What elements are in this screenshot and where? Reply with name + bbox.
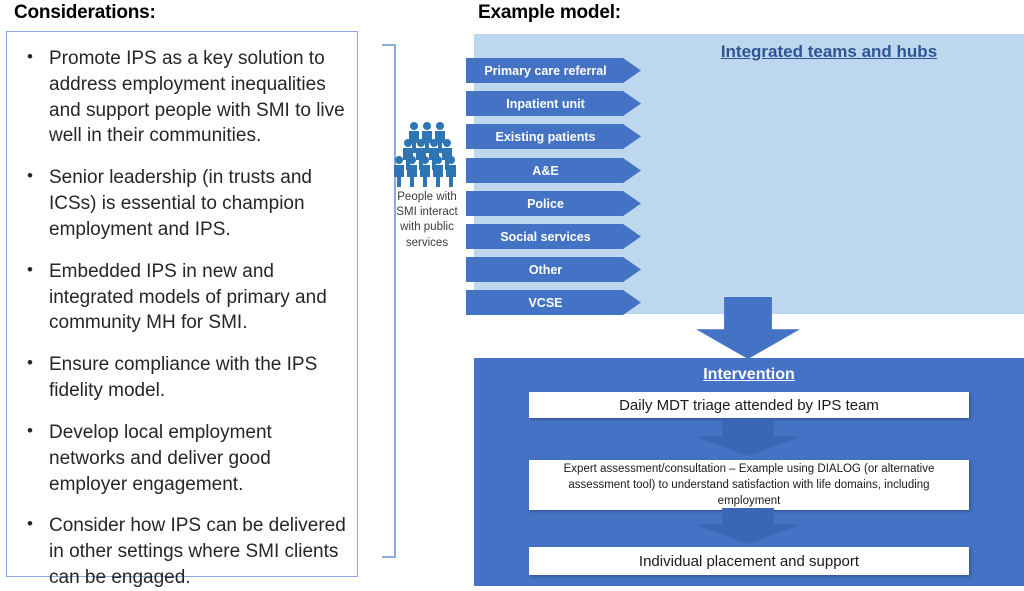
people-group-icon — [394, 122, 456, 187]
example-model-heading: Example model: — [478, 2, 621, 23]
list-item: Consider how IPS can be delivered in oth… — [19, 512, 347, 590]
intervention-panel: Intervention Daily MDT triage attended b… — [474, 358, 1024, 586]
people-caption: People with SMI interact with public ser… — [396, 191, 458, 249]
referral-chevron-existing-patients[interactable]: Existing patients — [466, 124, 641, 149]
intervention-title: Intervention — [703, 366, 795, 383]
referral-chevron-police[interactable]: Police — [466, 191, 641, 216]
considerations-heading: Considerations: — [14, 2, 156, 23]
intervention-down-arrow-1-icon — [694, 420, 802, 456]
referral-chevron-primary-care[interactable]: Primary care referral — [466, 58, 641, 83]
list-item: Embedded IPS in new and integrated model… — [19, 258, 347, 336]
considerations-list: Promote IPS as a key solution to address… — [7, 32, 357, 591]
intervention-step-3: Individual placement and support — [529, 547, 969, 575]
people-group: People with SMI interact with public ser… — [386, 122, 468, 251]
referral-chevron-inpatient-unit[interactable]: Inpatient unit — [466, 91, 641, 116]
considerations-box: Promote IPS as a key solution to address… — [6, 31, 358, 588]
referral-chevron-social-services[interactable]: Social services — [466, 224, 641, 249]
list-item: Promote IPS as a key solution to address… — [19, 45, 347, 149]
list-item: Senior leadership (in trusts and ICSs) i… — [19, 164, 347, 242]
intervention-down-arrow-2-icon — [694, 508, 802, 544]
list-item: Ensure compliance with the IPS fidelity … — [19, 351, 347, 404]
list-item: Develop local employment networks and de… — [19, 419, 347, 497]
referral-chevron-vcse[interactable]: VCSE — [466, 290, 641, 315]
referral-chevron-ae[interactable]: A&E — [466, 158, 641, 183]
intervention-step-2: Expert assessment/consultation – Example… — [529, 460, 969, 510]
intervention-step-1: Daily MDT triage attended by IPS team — [529, 392, 969, 418]
referral-chevron-other[interactable]: Other — [466, 257, 641, 282]
